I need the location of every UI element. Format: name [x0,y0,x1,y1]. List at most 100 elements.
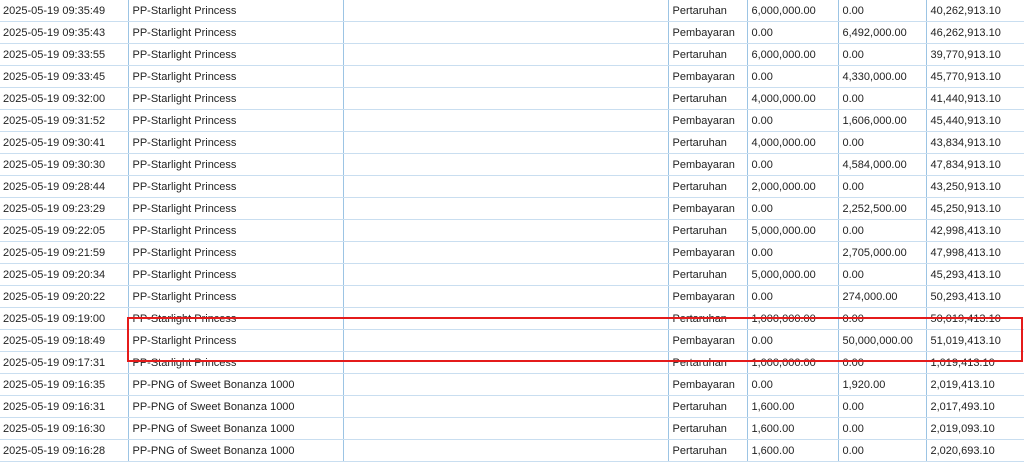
bet-amount-cell: 0.00 [746,153,838,176]
balance-cell: 46,262,913.10 [925,21,1024,44]
bet-amount-cell: 1,600.00 [746,439,838,462]
bet-amount-cell: 0.00 [746,285,838,308]
table-row: 2025-05-19 09:32:00 PP-Starlight Princess… [0,87,1024,110]
time-cell: 2025-05-19 09:33:55 [0,43,128,66]
blank-cell [433,307,668,330]
time-cell: 2025-05-19 09:16:35 [0,373,128,396]
transaction-type-cell: Pembayaran [667,241,747,264]
game-name-cell: PP-Starlight Princess [127,285,343,308]
transaction-type-cell: Pertaruhan [667,43,747,66]
time-cell: 2025-05-19 09:19:00 [0,307,128,330]
game-name-cell: PP-PNG of Sweet Bonanza 1000 [127,395,343,418]
game-name-cell: PP-Starlight Princess [127,0,343,22]
balance-cell: 39,770,913.10 [925,43,1024,66]
transaction-type-cell: Pembayaran [667,285,747,308]
transaction-type-cell: Pembayaran [667,373,747,396]
time-cell: 2025-05-19 09:32:00 [0,87,128,110]
blank-cell [433,395,668,418]
win-amount-cell: 0.00 [837,307,926,330]
win-amount-cell: 0.00 [837,263,926,286]
transaction-type-cell: Pertaruhan [667,175,747,198]
spacer-cell [342,263,433,286]
transaction-type-cell: Pertaruhan [667,439,747,462]
win-amount-cell: 1,606,000.00 [837,109,926,132]
spacer-cell [342,329,433,352]
table-row: 2025-05-19 09:35:43 PP-Starlight Princess… [0,21,1024,44]
game-name-cell: PP-Starlight Princess [127,241,343,264]
balance-cell: 45,770,913.10 [925,65,1024,88]
blank-cell [433,263,668,286]
table-row: 2025-05-19 09:19:00 PP-Starlight Princess… [0,307,1024,330]
game-name-cell: PP-PNG of Sweet Bonanza 1000 [127,373,343,396]
spacer-cell [342,285,433,308]
win-amount-cell: 0.00 [837,219,926,242]
balance-cell: 1,019,413.10 [925,351,1024,374]
spacer-cell [342,373,433,396]
game-name-cell: PP-Starlight Princess [127,87,343,110]
time-cell: 2025-05-19 09:30:30 [0,153,128,176]
time-cell: 2025-05-19 09:20:34 [0,263,128,286]
game-name-cell: PP-Starlight Princess [127,219,343,242]
win-amount-cell: 4,584,000.00 [837,153,926,176]
game-name-cell: PP-Starlight Princess [127,153,343,176]
bet-amount-cell: 0.00 [746,109,838,132]
time-cell: 2025-05-19 09:28:44 [0,175,128,198]
balance-cell: 43,250,913.10 [925,175,1024,198]
spacer-cell [342,131,433,154]
bet-amount-cell: 6,000,000.00 [746,0,838,22]
balance-cell: 40,262,913.10 [925,0,1024,22]
time-cell: 2025-05-19 09:20:22 [0,285,128,308]
balance-cell: 47,834,913.10 [925,153,1024,176]
balance-cell: 45,250,913.10 [925,197,1024,220]
transaction-table-body: 2025-05-19 09:35:49 PP-Starlight Princess… [0,0,1024,462]
time-cell: 2025-05-19 09:35:43 [0,21,128,44]
bet-amount-cell: 0.00 [746,197,838,220]
win-amount-cell: 0.00 [837,395,926,418]
bet-amount-cell: 0.00 [746,329,838,352]
balance-cell: 2,019,413.10 [925,373,1024,396]
game-name-cell: PP-Starlight Princess [127,65,343,88]
balance-cell: 41,440,913.10 [925,87,1024,110]
bet-amount-cell: 1,600.00 [746,417,838,440]
time-cell: 2025-05-19 09:16:28 [0,439,128,462]
table-row: 2025-05-19 09:28:44 PP-Starlight Princess… [0,175,1024,198]
table-row: 2025-05-19 09:21:59 PP-Starlight Princess… [0,241,1024,264]
bet-amount-cell: 5,000,000.00 [746,263,838,286]
spacer-cell [342,153,433,176]
blank-cell [433,241,668,264]
transaction-type-cell: Pertaruhan [667,0,747,22]
blank-cell [433,175,668,198]
balance-cell: 45,293,413.10 [925,263,1024,286]
win-amount-cell: 274,000.00 [837,285,926,308]
spacer-cell [342,241,433,264]
bet-amount-cell: 0.00 [746,373,838,396]
game-name-cell: PP-PNG of Sweet Bonanza 1000 [127,417,343,440]
game-name-cell: PP-Starlight Princess [127,351,343,374]
blank-cell [433,417,668,440]
blank-cell [433,109,668,132]
blank-cell [433,87,668,110]
spacer-cell [342,395,433,418]
spacer-cell [342,175,433,198]
balance-cell: 2,019,093.10 [925,417,1024,440]
time-cell: 2025-05-19 09:31:52 [0,109,128,132]
balance-cell: 2,020,693.10 [925,439,1024,462]
blank-cell [433,21,668,44]
bet-amount-cell: 1,600.00 [746,395,838,418]
balance-cell: 50,293,413.10 [925,285,1024,308]
blank-cell [433,329,668,352]
spacer-cell [342,219,433,242]
balance-cell: 47,998,413.10 [925,241,1024,264]
win-amount-cell: 0.00 [837,87,926,110]
time-cell: 2025-05-19 09:35:49 [0,0,128,22]
balance-cell: 50,019,413.10 [925,307,1024,330]
blank-cell [433,285,668,308]
bet-amount-cell: 4,000,000.00 [746,87,838,110]
blank-cell [433,219,668,242]
table-row: 2025-05-19 09:16:30 PP-PNG of Sweet Bonan… [0,417,1024,440]
time-cell: 2025-05-19 09:18:49 [0,329,128,352]
win-amount-cell: 0.00 [837,417,926,440]
table-row: 2025-05-19 09:33:55 PP-Starlight Princess… [0,43,1024,66]
transaction-type-cell: Pertaruhan [667,351,747,374]
spacer-cell [342,0,433,22]
